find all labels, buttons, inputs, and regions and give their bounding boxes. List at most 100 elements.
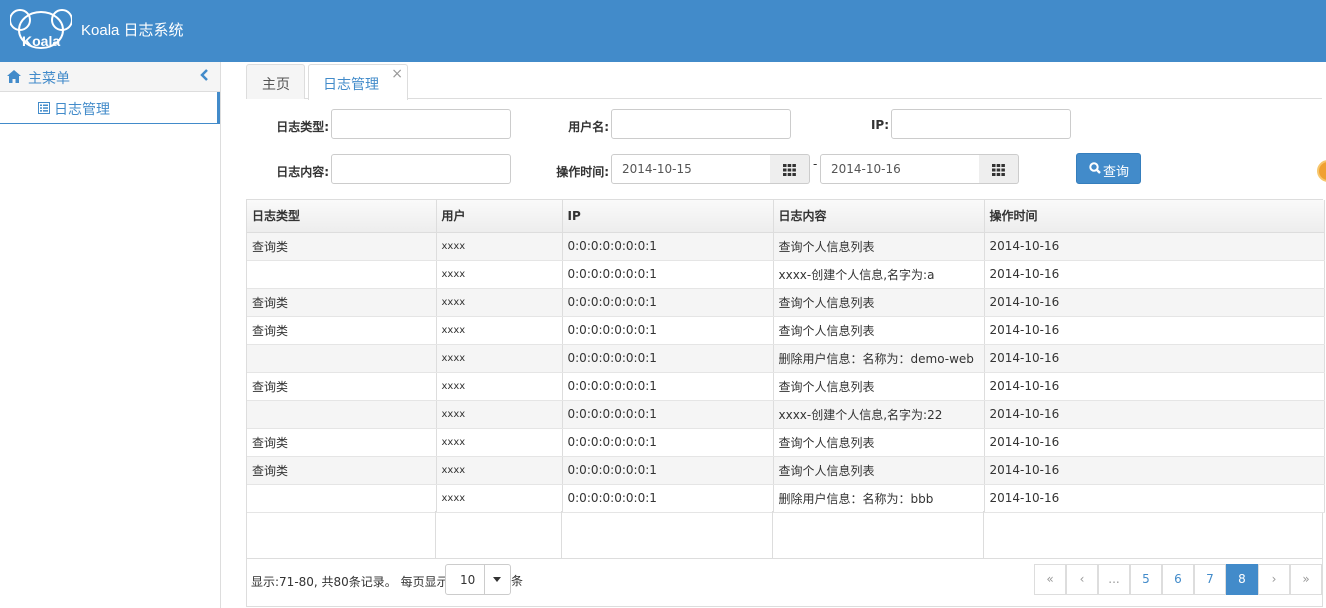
logo-text: Koala [22,33,60,49]
sidebar: 主菜单 日志管理 [0,62,221,608]
log-content-label: 日志内容: [276,165,329,179]
table-row[interactable]: 查询类 xxxx 0:0:0:0:0:0:0:1 查询个人信息列表 2014-10-16 [247,428,1325,457]
cell-log-content: 查询个人信息列表 [773,372,985,401]
page-button[interactable]: 7 [1194,564,1226,595]
app-title: Koala 日志系统 [81,22,184,39]
sidebar-item-label: 日志管理 [54,102,110,118]
ellipsis-page[interactable]: ... [1098,564,1130,595]
empty-area [773,511,984,559]
table-row[interactable]: 查询类 xxxx 0:0:0:0:0:0:0:1 查询个人信息列表 2014-10-16 [247,372,1325,401]
page-button[interactable]: 6 [1162,564,1194,595]
cell-ip: 0:0:0:0:0:0:0:1 [562,260,774,289]
empty-area [247,511,436,559]
table-row[interactable]: 查询类 xxxx 0:0:0:0:0:0:0:1 查询个人信息列表 2014-10-16 [247,288,1325,317]
table-row[interactable]: 查询类 xxxx 0:0:0:0:0:0:0:1 查询个人信息列表 2014-10-16 [247,316,1325,345]
column-header-op-time[interactable]: 操作时间 [984,200,1325,233]
prev-page-button[interactable]: ‹ [1066,564,1098,595]
cell-op-time: 2014-10-16 [984,372,1325,401]
cell-op-time: 2014-10-16 [984,344,1325,373]
cell-op-time: 2014-10-16 [984,232,1325,261]
column-header-user[interactable]: 用户 [436,200,563,233]
tab-bar: 主页 日志管理 × [246,64,1322,100]
top-header: Koala Koala 日志系统 [0,0,1326,62]
table-header-row: 日志类型 用户 IP 日志内容 操作时间 [247,200,1325,233]
last-page-button[interactable]: » [1290,564,1322,595]
page-button[interactable]: 8 [1226,564,1258,595]
cell-log-content: 查询个人信息列表 [773,456,985,485]
empty-area [562,511,773,559]
table-row[interactable]: xxxx 0:0:0:0:0:0:0:1 xxxx-创建个人信息,名字为:22 201… [247,400,1325,429]
log-content-input[interactable] [331,154,511,184]
cell-log-type: 查询类 [247,232,437,261]
cell-ip: 0:0:0:0:0:0:0:1 [562,484,774,513]
table-row[interactable]: 查询类 xxxx 0:0:0:0:0:0:0:1 查询个人信息列表 2014-10-16 [247,232,1325,261]
cell-op-time: 2014-10-16 [984,428,1325,457]
tab-home[interactable]: 主页 [246,64,305,99]
caret-down-icon[interactable] [484,565,510,594]
op-time-label: 操作时间: [556,165,609,179]
log-type-label: 日志类型: [276,120,329,134]
floating-helper-icon[interactable] [1317,160,1326,182]
cell-log-content: 查询个人信息列表 [773,232,985,261]
page-size-unit: 条 [511,574,524,588]
start-date-picker-button[interactable] [770,154,810,184]
chevron-left-icon[interactable] [200,69,208,84]
cell-log-type: 查询类 [247,288,437,317]
page-size-select[interactable]: 10 [445,564,511,595]
table-row[interactable]: 查询类 xxxx 0:0:0:0:0:0:0:1 查询个人信息列表 2014-10-16 [247,456,1325,485]
cell-log-type: 查询类 [247,372,437,401]
empty-area [436,511,562,559]
table-row[interactable]: xxxx 0:0:0:0:0:0:0:1 删除用户信息：名称为：bbb 2014-10… [247,484,1325,513]
cell-ip: 0:0:0:0:0:0:0:1 [562,344,774,373]
next-page-button[interactable]: › [1258,564,1290,595]
cell-op-time: 2014-10-16 [984,260,1325,289]
username-input[interactable] [611,109,791,139]
cell-ip: 0:0:0:0:0:0:0:1 [562,288,774,317]
table-row[interactable]: xxxx 0:0:0:0:0:0:0:1 xxxx-创建个人信息,名字为:a 2014… [247,260,1325,289]
ip-label: IP: [870,118,889,132]
tab-home-label: 主页 [262,77,290,93]
record-summary: 显示:71-80, 共80条记录。 每页显示: [251,575,453,589]
cell-user: xxxx [436,344,563,373]
cell-user: xxxx [436,260,563,289]
tab-log-management-label: 日志管理 [323,77,379,93]
sidebar-header[interactable]: 主菜单 [0,62,220,92]
cell-ip: 0:0:0:0:0:0:0:1 [562,456,774,485]
cell-user: xxxx [436,288,563,317]
cell-ip: 0:0:0:0:0:0:0:1 [562,400,774,429]
column-header-log-content[interactable]: 日志内容 [773,200,985,233]
cell-user: xxxx [436,372,563,401]
cell-ip: 0:0:0:0:0:0:0:1 [562,316,774,345]
ip-input[interactable] [891,109,1071,139]
home-icon [7,70,21,87]
cell-ip: 0:0:0:0:0:0:0:1 [562,428,774,457]
cell-op-time: 2014-10-16 [984,484,1325,513]
cell-ip: 0:0:0:0:0:0:0:1 [562,372,774,401]
log-type-input[interactable] [331,109,511,139]
list-icon [38,102,50,118]
calendar-grid-icon [992,164,1005,180]
column-header-ip[interactable]: IP [562,200,774,233]
cell-log-type: 查询类 [247,428,437,457]
cell-ip: 0:0:0:0:0:0:0:1 [562,232,774,261]
search-button[interactable]: 查询 [1076,153,1141,184]
tab-log-management[interactable]: 日志管理 × [308,64,408,100]
cell-log-content: 查询个人信息列表 [773,428,985,457]
end-date-picker-button[interactable] [979,154,1019,184]
cell-op-time: 2014-10-16 [984,456,1325,485]
sidebar-item-log-management[interactable]: 日志管理 [0,92,220,124]
koala-logo[interactable]: Koala [9,8,73,52]
close-icon[interactable]: × [391,66,403,82]
page-size-value: 10 [460,573,476,587]
end-date-input[interactable]: 2014-10-16 [820,154,980,184]
cell-user: xxxx [436,316,563,345]
column-header-log-type[interactable]: 日志类型 [247,200,437,233]
first-page-button[interactable]: « [1034,564,1066,595]
page-button[interactable]: 5 [1130,564,1162,595]
sidebar-header-label: 主菜单 [28,71,70,87]
cell-log-content: 删除用户信息：名称为：bbb [773,484,985,513]
cell-user: xxxx [436,456,563,485]
table-row[interactable]: xxxx 0:0:0:0:0:0:0:1 删除用户信息：名称为：demo-web 20… [247,344,1325,373]
cell-op-time: 2014-10-16 [984,400,1325,429]
start-date-input[interactable]: 2014-10-15 [611,154,771,184]
